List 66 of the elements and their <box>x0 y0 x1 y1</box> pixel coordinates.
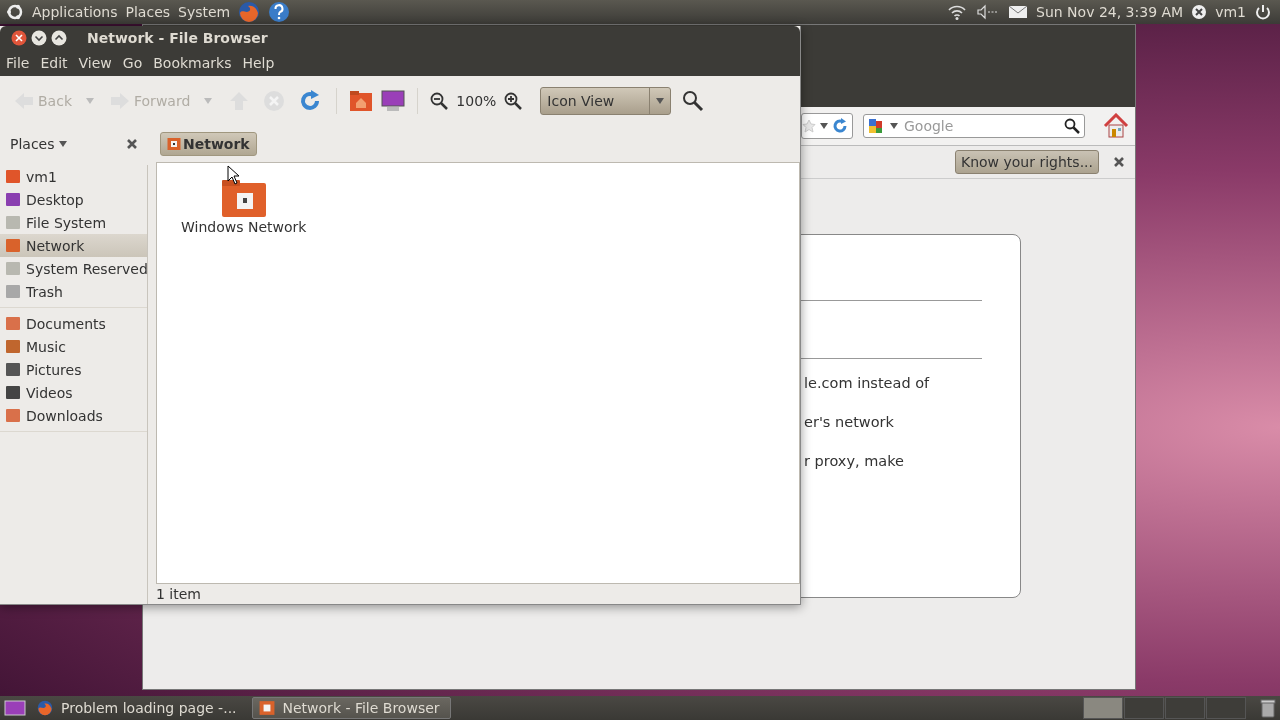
computer-icon[interactable] <box>381 90 406 112</box>
dropdown-arrow-icon[interactable] <box>820 123 828 129</box>
close-icon[interactable] <box>11 30 27 46</box>
ubuntu-logo-icon[interactable] <box>6 3 24 21</box>
sidebar-item[interactable]: Downloads <box>0 404 147 427</box>
zoom-level: 100% <box>456 93 497 109</box>
power-icon[interactable] <box>1254 3 1272 21</box>
status-text: 1 item <box>156 585 202 604</box>
sidebar-item[interactable]: Desktop <box>0 188 147 211</box>
taskbar-button[interactable]: Problem loading page -... <box>30 697 248 719</box>
sidebar-item[interactable]: Trash <box>0 280 147 303</box>
zoom-out-icon[interactable] <box>430 92 449 110</box>
search-field[interactable]: Google <box>863 114 1085 138</box>
sidebar-item[interactable]: Documents <box>0 312 147 335</box>
workspace-switcher[interactable] <box>1083 697 1246 719</box>
star-icon[interactable] <box>802 119 816 133</box>
mouse-pointer-icon <box>227 165 241 185</box>
sidebar-item[interactable]: Network <box>0 234 147 257</box>
error-text: r proxy, make <box>804 453 906 469</box>
dropdown-arrow-icon[interactable] <box>58 141 67 147</box>
menu-item[interactable]: File <box>6 55 30 71</box>
places-dropdown[interactable]: Places <box>10 136 55 152</box>
menu-item[interactable]: Bookmarks <box>153 55 232 71</box>
menu-item[interactable]: Go <box>122 55 143 71</box>
search-icon[interactable] <box>1064 118 1080 134</box>
firefox-icon <box>37 700 53 716</box>
reload-icon[interactable] <box>299 90 322 112</box>
view-dropdown[interactable]: Icon View <box>540 87 672 115</box>
menu-item[interactable]: Help <box>242 55 275 71</box>
error-text: le.com instead of <box>804 375 931 391</box>
envelope-icon[interactable] <box>1008 5 1029 19</box>
menu-item[interactable]: View <box>78 55 112 71</box>
show-desktop-icon[interactable] <box>4 699 26 717</box>
clock[interactable]: Sun Nov 24, 3:39 AM <box>1036 4 1184 20</box>
sidebar-item[interactable]: vm1 <box>0 165 147 188</box>
address-field[interactable] <box>801 113 853 139</box>
panel-menu[interactable]: Places <box>125 4 171 20</box>
search-icon[interactable] <box>682 90 705 112</box>
error-text: er's network <box>804 414 895 430</box>
firefox-icon[interactable] <box>238 1 261 23</box>
window-title: Network - File Browser <box>87 30 268 46</box>
sidebar-item[interactable]: Videos <box>0 381 147 404</box>
know-your-rights-button[interactable]: Know your rights... <box>955 150 1099 174</box>
zoom-in-icon[interactable] <box>504 92 523 110</box>
search-input[interactable]: Google <box>902 117 1060 135</box>
taskbar-button[interactable]: Network - File Browser <box>251 697 451 719</box>
user-name[interactable]: vm1 <box>1215 4 1246 20</box>
close-icon[interactable] <box>1113 156 1125 168</box>
path-button[interactable]: Network <box>160 132 257 156</box>
panel-menu[interactable]: Applications <box>32 4 118 20</box>
help-icon[interactable] <box>268 1 291 23</box>
minimize-icon[interactable] <box>31 30 47 46</box>
close-icon[interactable] <box>126 138 138 150</box>
dropdown-arrow-icon[interactable] <box>890 123 898 129</box>
sidebar-item[interactable]: Music <box>0 335 147 358</box>
home-icon[interactable] <box>1103 113 1129 139</box>
wifi-icon[interactable] <box>946 3 969 21</box>
file-name[interactable]: Windows Network <box>181 219 307 235</box>
menu-item[interactable]: Edit <box>40 55 68 71</box>
panel-menu[interactable]: System <box>178 4 231 20</box>
maximize-icon[interactable] <box>51 30 67 46</box>
sidebar-item[interactable]: System Reserved <box>0 257 147 280</box>
reload-icon[interactable] <box>832 118 848 134</box>
sidebar-item[interactable]: Pictures <box>0 358 147 381</box>
sidebar-item[interactable]: File System <box>0 211 147 234</box>
user-status-icon[interactable] <box>1191 4 1208 20</box>
